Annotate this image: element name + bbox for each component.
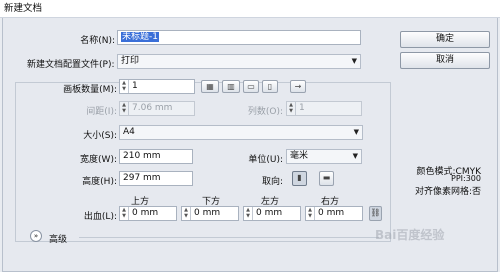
- size-label: 大小(S):: [83, 131, 117, 141]
- bleed-right-stepper[interactable]: ▲ ▼ 0 mm: [305, 206, 363, 221]
- profile-select[interactable]: 打印 ▼: [117, 54, 361, 69]
- stepper-arrows-icon[interactable]: ▲ ▼: [306, 207, 315, 220]
- stepper-arrows-icon: ▲ ▼: [120, 102, 129, 115]
- stepper-arrows-icon[interactable]: ▲ ▼: [120, 207, 129, 220]
- height-label: 高度(H):: [82, 177, 117, 187]
- height-field[interactable]: 297 mm: [119, 171, 193, 186]
- ppi-info: PPI:300: [451, 174, 481, 183]
- expand-advanced-icon[interactable]: »: [30, 230, 42, 242]
- pixel-grid-info: 对齐像素网格:否: [414, 187, 481, 197]
- cancel-button[interactable]: 取消: [400, 52, 490, 69]
- right-to-left-layout-icon[interactable]: →: [290, 80, 306, 93]
- spacing-label: 间距(I):: [86, 107, 117, 117]
- window-title: 新建文档: [0, 0, 500, 18]
- link-bleed-icon[interactable]: ⛓: [369, 206, 382, 221]
- profile-label: 新建文档配置文件(P):: [27, 60, 115, 70]
- name-label: 名称(N):: [80, 36, 115, 46]
- columns-field: ▲ ▼ 1: [286, 101, 362, 116]
- bleed-label: 出血(L):: [83, 212, 117, 222]
- arrange-by-row-icon[interactable]: ▭: [243, 80, 259, 93]
- grid-by-column-icon[interactable]: ▥: [222, 80, 240, 93]
- chevron-down-icon: ▼: [352, 152, 358, 160]
- units-label: 单位(U):: [248, 155, 283, 165]
- size-select[interactable]: A4 ▼: [119, 125, 363, 140]
- stepper-arrows-icon[interactable]: ▲ ▼: [120, 80, 129, 93]
- artboards-label: 画板数量(M):: [63, 85, 117, 95]
- portrait-orientation-icon[interactable]: ▮: [292, 171, 307, 186]
- bleed-bottom-stepper[interactable]: ▲ ▼ 0 mm: [181, 206, 239, 221]
- columns-label: 列数(O):: [247, 107, 283, 117]
- landscape-orientation-icon[interactable]: ▬: [319, 171, 334, 186]
- stepper-arrows-icon: ▲ ▼: [287, 102, 296, 115]
- arrange-by-column-icon[interactable]: ▯: [262, 80, 278, 93]
- watermark-logo: Bai百度经验: [375, 228, 445, 242]
- units-select[interactable]: 毫米 ▼: [286, 149, 362, 164]
- width-field[interactable]: 210 mm: [119, 149, 193, 164]
- bleed-top-stepper[interactable]: ▲ ▼ 0 mm: [119, 206, 177, 221]
- stepper-arrows-icon[interactable]: ▲ ▼: [182, 207, 191, 220]
- artboards-stepper[interactable]: ▲ ▼ 1: [119, 79, 195, 94]
- grid-by-row-icon[interactable]: ▦: [201, 80, 219, 93]
- width-label: 宽度(W):: [80, 155, 117, 165]
- bleed-left-stepper[interactable]: ▲ ▼ 0 mm: [243, 206, 301, 221]
- name-field[interactable]: 未标题-1: [117, 30, 361, 45]
- orientation-label: 取向:: [261, 177, 283, 187]
- new-document-dialog: 名称(N): 未标题-1 确定 取消 新建文档配置文件(P): 打印 ▼ 画板数量…: [2, 18, 498, 272]
- stepper-arrows-icon[interactable]: ▲ ▼: [244, 207, 253, 220]
- chevron-down-icon: ▼: [353, 128, 359, 136]
- ok-button[interactable]: 确定: [400, 31, 490, 48]
- advanced-divider: [79, 237, 379, 238]
- advanced-label[interactable]: 高级: [49, 232, 67, 245]
- chevron-down-icon: ▼: [351, 57, 357, 65]
- spacing-field: ▲ ▼ 7.06 mm: [119, 101, 195, 116]
